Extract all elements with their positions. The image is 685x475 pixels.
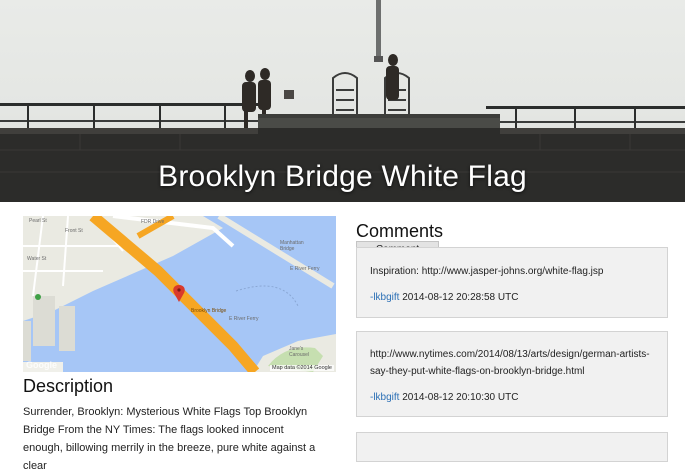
map-credit[interactable]: Map data ©2014 Google xyxy=(269,365,334,371)
comment-meta: -lkbgift 2014-08-12 20:28:58 UTC xyxy=(370,292,518,303)
comment-author-link[interactable]: -lkbgift xyxy=(370,292,399,303)
description-text: Surrender, Brooklyn: Mysterious White Fl… xyxy=(23,406,316,472)
comment-text: Inspiration: http://www.jasper-johns.org… xyxy=(370,266,604,277)
map-label-front-st: Front St xyxy=(65,228,83,234)
description-heading: Description xyxy=(23,376,114,396)
hero-banner: Brooklyn Bridge White Flag xyxy=(0,0,685,202)
comment-card: http://www.nytimes.com/2014/08/13/arts/d… xyxy=(356,331,668,417)
map-label-manhattan-bridge: Manhattan Bridge xyxy=(280,240,304,252)
comment-card: Inspiration: http://www.jasper-johns.org… xyxy=(356,247,668,318)
map-label-brooklyn-bridge: Brooklyn Bridge xyxy=(191,308,227,314)
map-label-e-river-ferry-2: E River Ferry xyxy=(229,316,259,322)
google-logo[interactable]: Google xyxy=(26,360,57,370)
comment-meta: -lkbgift 2014-08-12 20:10:30 UTC xyxy=(370,392,518,403)
comment-text: http://www.nytimes.com/2014/08/13/arts/d… xyxy=(370,349,650,377)
page-title: Brooklyn Bridge White Flag xyxy=(158,160,527,193)
map-label-e-river-ferry: E River Ferry xyxy=(290,266,320,272)
comment-author-link[interactable]: -lkbgift xyxy=(370,392,399,403)
comments-heading: Comments xyxy=(356,221,444,241)
comment-timestamp: 2014-08-12 20:28:58 UTC xyxy=(402,292,519,303)
map-label-water-st: Water St xyxy=(27,256,47,262)
map-label-pearl-st: Pearl St xyxy=(29,218,47,224)
comment-card xyxy=(356,432,668,462)
comment-timestamp: 2014-08-12 20:10:30 UTC xyxy=(402,392,519,403)
map-embed[interactable]: Pearl St Front St Water St FDR Drive Man… xyxy=(23,216,336,372)
map-label-janes-carousel: Jane's Carousel xyxy=(289,346,310,358)
map-label-fdr-drive: FDR Drive xyxy=(141,219,165,225)
